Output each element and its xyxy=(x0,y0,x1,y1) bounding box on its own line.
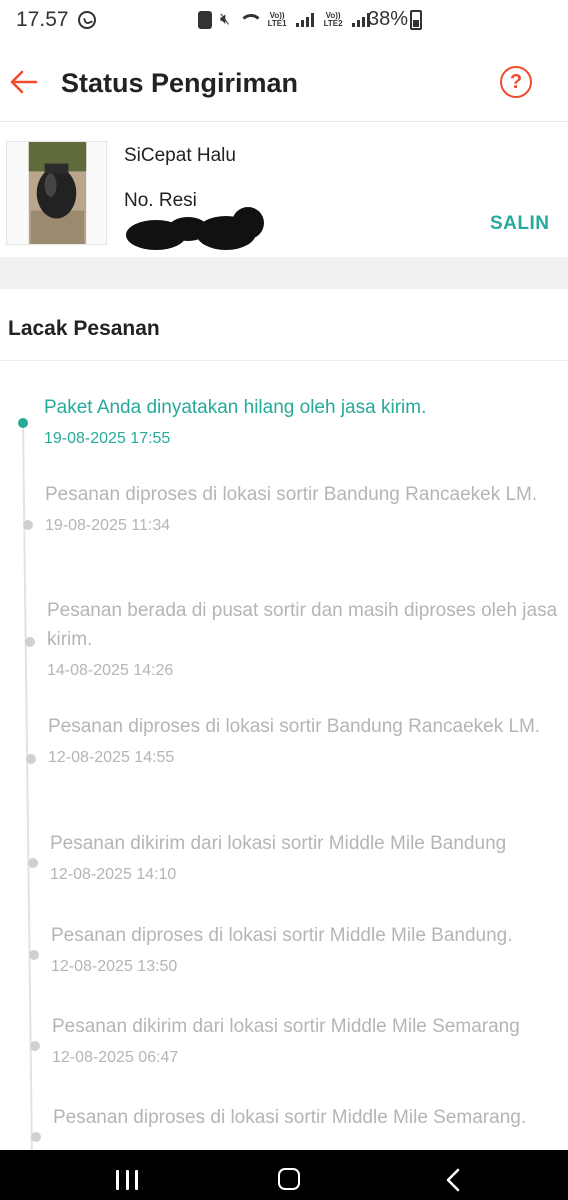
courier-name: SiCepat Halu xyxy=(124,145,236,166)
event-time: 14-08-2025 14:26 xyxy=(47,662,174,679)
navigation-bar xyxy=(0,1150,568,1200)
help-button[interactable]: ? xyxy=(500,66,536,102)
wifi-icon xyxy=(238,12,264,28)
recents-icon[interactable] xyxy=(116,1170,138,1190)
copy-button[interactable]: SALIN xyxy=(490,213,550,235)
volte-lte1-icon: Vo)) LTE1 xyxy=(267,11,287,28)
tracking-timeline[interactable]: Paket Anda dinyatakan hilang oleh jasa k… xyxy=(0,362,568,1150)
event-description: Pesanan berada di pusat sortir dan masih… xyxy=(47,600,558,650)
timeline-dot xyxy=(23,520,33,530)
volte-lte2-icon: Vo)) LTE2 xyxy=(323,11,343,28)
app-header: Status Pengiriman ? xyxy=(0,44,568,122)
timeline-dot xyxy=(30,1041,40,1051)
event-description: Pesanan diproses di lokasi sortir Middle… xyxy=(51,925,513,946)
event-time: 12-08-2025 06:47 xyxy=(52,1049,179,1066)
timeline-dot xyxy=(28,858,38,868)
mute-icon: 🔇︎ xyxy=(220,11,231,28)
event-description: Paket Anda dinyatakan hilang oleh jasa k… xyxy=(44,397,427,418)
status-icons: 🔇︎ Vo)) LTE1 Vo)) LTE2 xyxy=(198,8,371,32)
page-title: Status Pengiriman xyxy=(61,68,299,98)
event-description: Pesanan diproses di lokasi sortir Bandun… xyxy=(48,716,541,737)
home-icon[interactable] xyxy=(278,1168,300,1190)
timeline-dot xyxy=(26,754,36,764)
back-icon[interactable] xyxy=(444,1168,462,1192)
lock-icon xyxy=(198,11,212,29)
tracking-header: Lacak Pesanan xyxy=(0,289,568,361)
event-description: Pesanan diproses di lokasi sortir Bandun… xyxy=(45,484,538,505)
event-time: 19-08-2025 11:34 xyxy=(45,517,171,534)
shipment-card: SiCepat Halu No. Resi SALIN xyxy=(0,123,568,257)
back-button[interactable] xyxy=(4,62,44,102)
timeline-event: Pesanan dikirim dari lokasi sortir Middl… xyxy=(28,829,568,884)
timeline-dot xyxy=(18,418,28,428)
timeline-event: Paket Anda dinyatakan hilang oleh jasa k… xyxy=(18,393,564,448)
event-description: Pesanan diproses di lokasi sortir Middle… xyxy=(53,1107,527,1128)
status-bar: 17.57 🔇︎ Vo)) LTE1 Vo)) LTE2 38% xyxy=(0,0,568,44)
event-time: 12-08-2025 14:10 xyxy=(50,866,177,883)
section-divider xyxy=(0,257,568,289)
product-thumbnail xyxy=(6,141,107,245)
event-description: Pesanan dikirim dari lokasi sortir Middl… xyxy=(52,1016,520,1037)
timeline-dot xyxy=(31,1132,41,1142)
arrow-left-icon xyxy=(10,70,38,94)
battery-icon xyxy=(410,10,422,30)
signal-1-icon xyxy=(296,13,315,27)
tracking-title: Lacak Pesanan xyxy=(8,317,160,340)
help-icon: ? xyxy=(500,66,532,98)
timeline-event: Pesanan diproses di lokasi sortir Bandun… xyxy=(23,480,565,535)
timeline-event: Pesanan diproses di lokasi sortir Bandun… xyxy=(26,712,568,767)
timeline-event: Pesanan berada di pusat sortir dan masih… xyxy=(25,596,567,680)
clock: 17.57 xyxy=(16,8,69,31)
event-time: 12-08-2025 14:55 xyxy=(48,749,175,766)
timeline-event: Pesanan diproses di lokasi sortir Middle… xyxy=(31,1103,568,1142)
event-time: 12-08-2025 13:50 xyxy=(51,958,178,975)
redacted-tracking-number xyxy=(126,207,264,250)
event-time: 19-08-2025 17:55 xyxy=(44,430,171,447)
timeline-dot xyxy=(25,637,35,647)
timeline-dot xyxy=(29,950,39,960)
whatsapp-icon xyxy=(78,11,96,29)
battery-level: 38% xyxy=(368,8,409,30)
event-description: Pesanan dikirim dari lokasi sortir Middl… xyxy=(50,833,507,854)
timeline-event: Pesanan dikirim dari lokasi sortir Middl… xyxy=(30,1012,568,1067)
timeline-event: Pesanan diproses di lokasi sortir Middle… xyxy=(29,921,568,976)
